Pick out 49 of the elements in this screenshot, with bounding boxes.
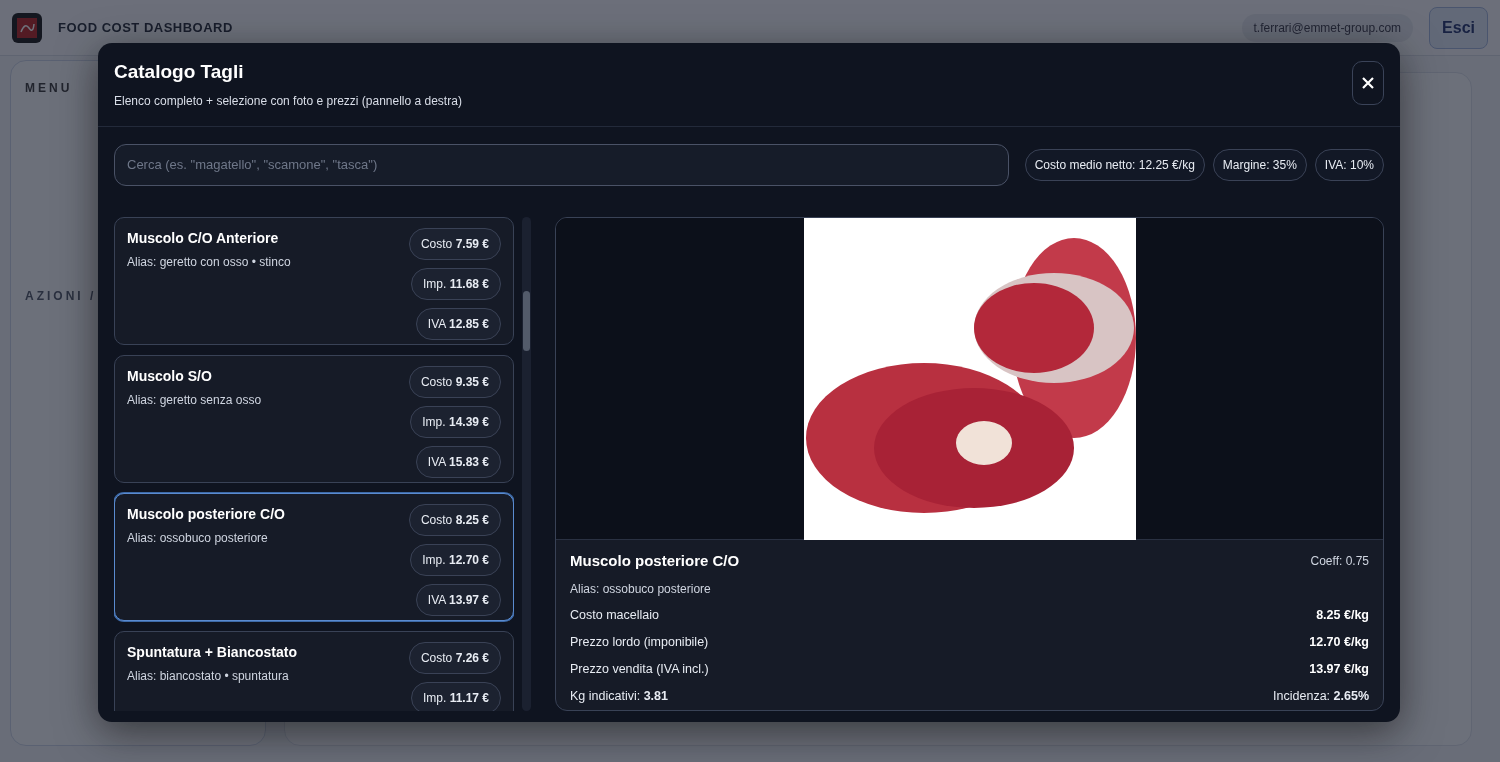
cut-name: Muscolo C/O Anteriore bbox=[127, 228, 280, 248]
cut-name: Muscolo S/O bbox=[127, 366, 213, 386]
close-button[interactable] bbox=[1352, 61, 1384, 105]
modal-subtitle: Elenco completo + selezione con foto e prezzi (pannello a destra) bbox=[114, 92, 462, 110]
cut-alias: Alias: ossobuco posteriore bbox=[127, 529, 269, 547]
price-chip: Imp. 12.70 € bbox=[410, 543, 501, 576]
price-chip: Imp. 14.39 € bbox=[410, 405, 501, 438]
cut-name: Muscolo posteriore C/O bbox=[127, 504, 285, 524]
price-chip: IVA 13.97 € bbox=[415, 583, 501, 616]
stat-chip: Margine: 35% bbox=[1212, 148, 1307, 181]
stat-chip: Costo medio netto: 12.25 €/kg bbox=[1024, 148, 1205, 181]
app-title: FOOD COST DASHBOARD bbox=[58, 18, 233, 37]
price-chip: Costo 7.59 € bbox=[408, 227, 501, 260]
kg-text: Kg indicativi: 3.81 bbox=[570, 687, 668, 705]
menu-label: MENU bbox=[25, 80, 74, 97]
user-email: t.ferrari@emmet-group.com bbox=[1241, 13, 1414, 42]
cut-card[interactable]: Spuntatura + Biancostato Alias: biancostato • spuntatura Costo 7.26 € Imp. 11.17 € bbox=[114, 630, 514, 711]
price-label: Prezzo vendita (IVA incl.) bbox=[570, 660, 709, 678]
price-chip: Imp. 11.68 € bbox=[410, 267, 501, 300]
scrollbar-track[interactable] bbox=[522, 216, 531, 711]
incidence-text: Incidenza: 2.65% bbox=[1273, 687, 1369, 705]
price-value: 13.97 €/kg bbox=[1309, 660, 1369, 678]
logo-icon bbox=[12, 12, 42, 43]
detail-alias: Alias: ossobuco posteriore bbox=[570, 581, 712, 599]
cut-card[interactable]: Muscolo posteriore C/O Alias: ossobuco posteriore Costo 8.25 € Imp. 12.70 € IVA 13.97 € bbox=[114, 492, 514, 621]
cut-card[interactable]: Muscolo C/O Anteriore Alias: geretto con osso • stinco Costo 7.59 € Imp. 11.68 € IVA 12.85 € bbox=[114, 216, 514, 345]
coefficient-text: Coeff: 0.75 bbox=[1310, 553, 1369, 571]
cut-alias: Alias: biancostato • spuntatura bbox=[127, 667, 290, 685]
scrollbar-thumb[interactable] bbox=[523, 290, 530, 351]
price-chip: Costo 7.26 € bbox=[408, 641, 501, 674]
price-chip: IVA 12.85 € bbox=[415, 307, 501, 340]
price-label: Prezzo lordo (imponibile) bbox=[570, 634, 709, 652]
price-label: Costo macellaio bbox=[570, 607, 659, 625]
cut-name: Spuntatura + Biancostato bbox=[127, 642, 297, 662]
modal-title: Catalogo Tagli bbox=[114, 61, 245, 84]
price-chip: Costo 8.25 € bbox=[408, 503, 501, 536]
cut-card[interactable]: Muscolo S/O Alias: geretto senza osso Costo 9.35 € Imp. 14.39 € IVA 15.83 € bbox=[114, 354, 514, 483]
price-chip: Imp. 11.17 € bbox=[410, 681, 501, 711]
price-value: 8.25 €/kg bbox=[1316, 607, 1369, 625]
close-icon bbox=[1362, 77, 1374, 89]
search-field[interactable]: Cerca (es. "magatello", "scamone", "tasca") bbox=[114, 143, 1009, 186]
price-chip: IVA 15.83 € bbox=[415, 445, 501, 478]
stat-chip: IVA: 10% bbox=[1314, 148, 1384, 181]
cut-alias: Alias: geretto con osso • stinco bbox=[127, 253, 291, 271]
detail-title: Muscolo posteriore C/O bbox=[570, 550, 740, 571]
section-label: AZIONI / bbox=[25, 288, 98, 305]
price-chip: Costo 9.35 € bbox=[408, 365, 501, 398]
price-value: 12.70 €/kg bbox=[1309, 634, 1369, 652]
cut-alias: Alias: geretto senza osso bbox=[127, 391, 262, 409]
